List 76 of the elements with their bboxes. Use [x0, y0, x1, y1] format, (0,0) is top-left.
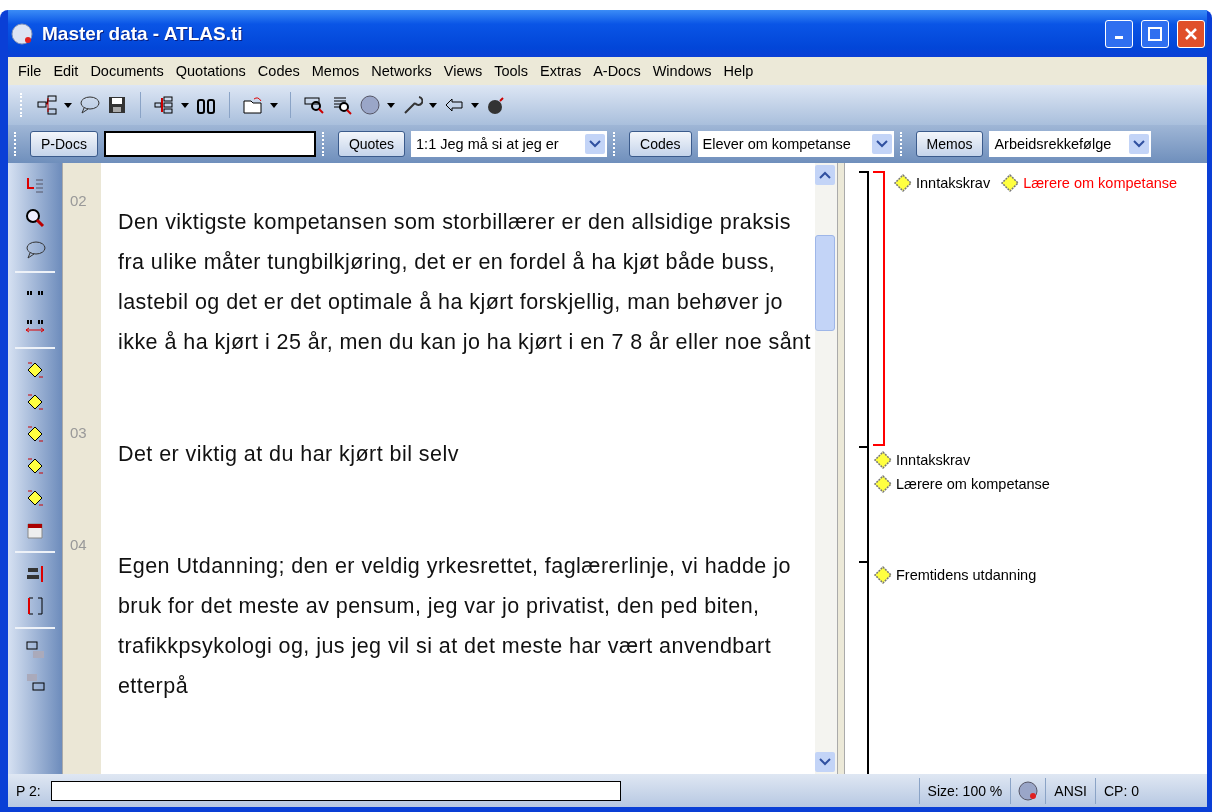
minimize-icon [1115, 36, 1123, 39]
code-label[interactable]: Inntakskrav [893, 173, 991, 193]
chevron-down-icon [589, 140, 602, 148]
folder-icon[interactable] [242, 94, 264, 116]
close-icon [1184, 26, 1198, 41]
code-icon [1000, 173, 1021, 193]
menu-item[interactable]: Codes [251, 63, 306, 79]
encoding: ANSI [1053, 782, 1088, 799]
quotes-button[interactable]: Quotes [337, 131, 406, 157]
menu-item[interactable]: Extras [534, 63, 588, 79]
counter-icon[interactable] [24, 563, 46, 585]
pdocs-field[interactable] [103, 131, 316, 157]
code-label[interactable]: Lærere om kompetanse [1000, 173, 1178, 193]
caret-icon[interactable] [429, 102, 437, 108]
caret-icon[interactable] [270, 102, 278, 108]
bomb-icon[interactable] [485, 94, 507, 116]
speech-bubble-icon[interactable] [24, 239, 46, 261]
menu-item[interactable]: Edit [47, 63, 85, 79]
chevron-down-icon [819, 758, 831, 766]
list-icon[interactable] [153, 94, 175, 116]
code-icon [893, 173, 913, 193]
magnifier-icon[interactable] [303, 94, 325, 116]
caret-icon[interactable] [387, 102, 395, 108]
globe-icon[interactable] [359, 94, 381, 116]
globe-icon [1017, 779, 1040, 802]
caret-icon[interactable] [471, 102, 479, 108]
minimize-button[interactable] [1105, 19, 1133, 48]
maximize-button[interactable] [1141, 19, 1169, 48]
speech-bubble-icon[interactable] [78, 94, 100, 116]
menu-item[interactable]: Networks [365, 63, 438, 79]
window-icon[interactable] [24, 671, 46, 693]
search-icon[interactable] [24, 207, 46, 229]
pdocs-button[interactable]: P-Docs [30, 131, 98, 157]
menu-item[interactable]: Help [717, 63, 760, 79]
window-icon[interactable] [24, 639, 46, 661]
menu-item[interactable]: Windows [646, 63, 718, 79]
hierarchy-icon[interactable] [36, 94, 58, 116]
paragraph-text: Det er viktig at du har kjørt bil selv [116, 441, 460, 468]
filter-dropdown[interactable]: 1:1 Jeg må si at jeg er [411, 131, 608, 157]
caret-icon[interactable] [181, 102, 189, 108]
scroll-thumb[interactable] [815, 235, 835, 331]
chevron-down-icon [1133, 140, 1146, 148]
globe-icon [10, 21, 34, 46]
menu-item[interactable]: Views [437, 63, 489, 79]
chevron-down-icon [875, 140, 888, 148]
paragraph-text: Egen Utdanning; den er veldig yrkesrettet, faglærerlinje, vi hadde jo bruk for det meste av pensum, jeg var jo privatist, den ped biten, trafikkpsykologi og, jus jeg vil si at det meste har vært anvendbart etterpå [116, 553, 792, 700]
line-number: 02 [69, 192, 88, 211]
menu-item[interactable]: Memos [305, 63, 366, 79]
zoom-size: Size: 100 % [926, 782, 1004, 799]
line-number: 03 [69, 424, 88, 443]
save-icon[interactable] [106, 94, 128, 116]
caret-icon[interactable] [64, 102, 72, 108]
menu-item[interactable]: Documents [84, 63, 170, 79]
code-label[interactable]: Fremtidens utdanning [873, 565, 1037, 585]
status-label: P 2: [15, 782, 42, 799]
menu-item[interactable]: Quotations [169, 63, 252, 79]
menu-item[interactable]: File [12, 63, 48, 79]
line-number: 04 [69, 536, 88, 555]
code-label[interactable]: Inntakskrav [873, 450, 1050, 470]
codes-button[interactable]: Codes [629, 131, 692, 157]
paragraph-text: Den viktigste kompetansen som storbillærer er den allsidige praksis fra ulike måter tungbilkjøring, det er en fordel å ha kjøt både buss, lastebil og det er det optimale å ha kjørt forskjellig, man behøver jo ikke å ha kjørt i 25 år, men du kan jo ha kjørt i en 7 8 år eller noe sånt [116, 209, 812, 356]
memos-button[interactable]: Memos [915, 131, 984, 157]
menu-item[interactable]: Tools [488, 63, 535, 79]
scrollbar[interactable] [815, 163, 837, 774]
code-icon [873, 565, 893, 585]
code-label[interactable]: Lærere om kompetanse [873, 474, 1050, 494]
magnifier-icon[interactable] [331, 94, 353, 116]
filter-dropdown[interactable]: Arbeidsrekkefølge [989, 131, 1152, 157]
filter-dropdown[interactable]: Elever om kompetanse [697, 131, 894, 157]
code-icon [873, 474, 893, 494]
maximize-icon [1148, 26, 1162, 41]
code-icon [873, 450, 893, 470]
menu-item[interactable]: A-Docs [587, 63, 647, 79]
close-button[interactable] [1177, 19, 1205, 48]
window-title: Master data - ATLAS.ti [42, 22, 244, 45]
cursor-position: CP: 0 [1103, 782, 1140, 799]
